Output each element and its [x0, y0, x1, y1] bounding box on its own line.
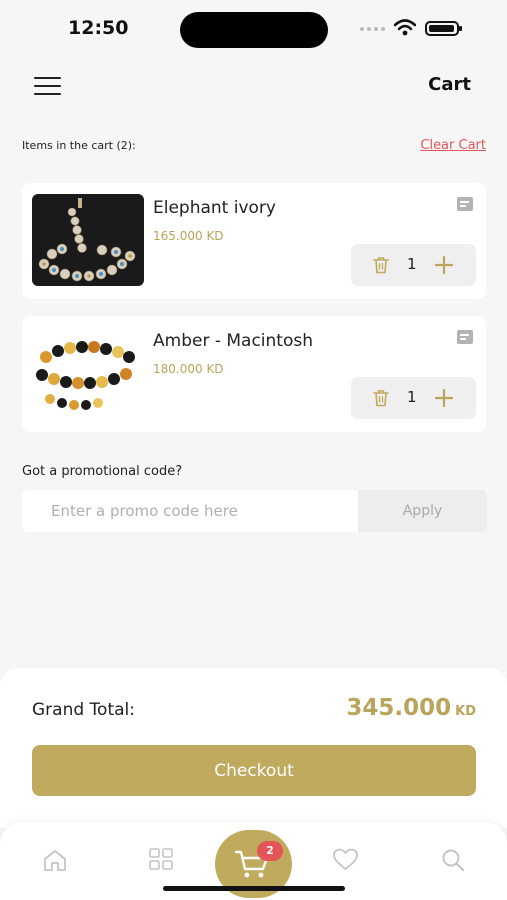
- checkout-button[interactable]: Checkout: [32, 745, 476, 796]
- note-icon[interactable]: [457, 330, 473, 344]
- product-image-amber-macintosh: [32, 327, 144, 419]
- wifi-icon: [394, 19, 416, 36]
- plus-icon[interactable]: [435, 256, 453, 274]
- item-name: Amber - Macintosh: [153, 331, 313, 351]
- clear-cart-link[interactable]: Clear Cart: [420, 138, 486, 153]
- home-indicator: [163, 886, 345, 891]
- battery-icon: [425, 21, 462, 36]
- quantity-stepper: 1: [351, 244, 476, 286]
- item-name: Elephant ivory: [153, 198, 276, 218]
- cart-item: Elephant ivory 165.000 KD 1: [22, 183, 486, 299]
- hamburger-menu-icon[interactable]: [34, 77, 61, 95]
- item-price: 165.000 KD: [153, 229, 224, 243]
- product-image-elephant-ivory: [32, 194, 144, 286]
- status-bar: 12:50: [0, 0, 507, 60]
- status-time: 12:50: [68, 17, 129, 39]
- grand-total-label: Grand Total:: [32, 700, 135, 720]
- plus-icon[interactable]: [435, 389, 453, 407]
- quantity-value: 1: [407, 388, 417, 406]
- grand-total-value: 345.000 KD: [346, 695, 476, 721]
- promo-label: Got a promotional code?: [22, 464, 183, 479]
- home-icon[interactable]: [42, 848, 68, 872]
- item-price: 180.000 KD: [153, 362, 224, 376]
- trash-icon[interactable]: [373, 389, 389, 407]
- promo-code-input[interactable]: [22, 490, 358, 532]
- page-title: Cart: [428, 74, 471, 95]
- signal-icon: [360, 27, 385, 31]
- cart-badge: 2: [257, 841, 283, 861]
- apply-button[interactable]: Apply: [358, 490, 487, 532]
- app-header: Cart: [0, 60, 507, 112]
- cart-item: Amber - Macintosh 180.000 KD 1: [22, 316, 486, 432]
- trash-icon[interactable]: [373, 256, 389, 274]
- search-icon[interactable]: [441, 848, 465, 872]
- note-icon[interactable]: [457, 197, 473, 211]
- items-count-label: Items in the cart (2):: [22, 139, 136, 152]
- grand-total-currency: KD: [455, 704, 476, 719]
- dynamic-island: [180, 12, 328, 48]
- grid-icon[interactable]: [149, 848, 174, 871]
- heart-icon[interactable]: [332, 848, 359, 871]
- grand-total-amount: 345.000: [346, 695, 452, 721]
- quantity-stepper: 1: [351, 377, 476, 419]
- quantity-value: 1: [407, 255, 417, 273]
- total-panel: Grand Total: 345.000 KD Checkout: [0, 668, 507, 828]
